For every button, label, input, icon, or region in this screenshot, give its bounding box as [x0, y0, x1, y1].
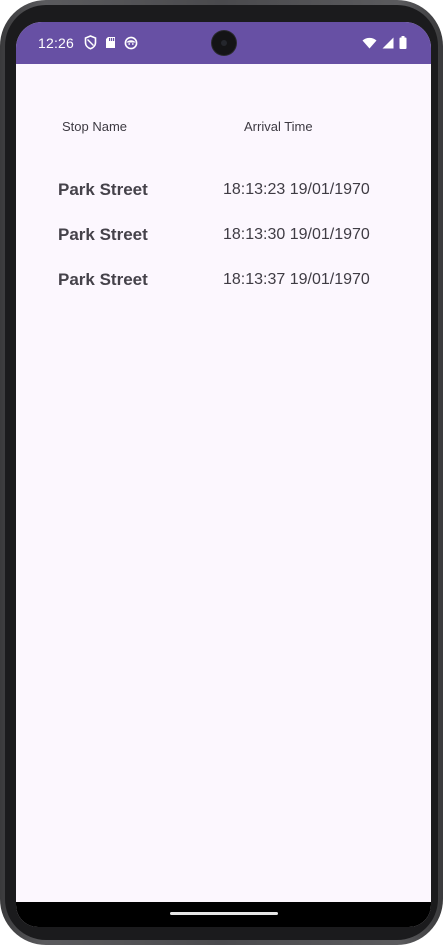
- battery-icon: [399, 36, 407, 49]
- shield-icon: [84, 35, 97, 50]
- table-row[interactable]: Park Street 18:13:23 19/01/1970: [16, 180, 431, 206]
- table-row[interactable]: Park Street 18:13:30 19/01/1970: [16, 225, 431, 251]
- status-bar: 12:26: [16, 22, 431, 64]
- stop-name: Park Street: [58, 180, 148, 199]
- signal-icon: [382, 37, 394, 49]
- wifi-icon: [362, 37, 377, 49]
- status-time: 12:26: [38, 35, 75, 51]
- arrivals-screen: Stop Name Arrival Time Park Street 18:13…: [16, 64, 431, 902]
- stop-name: Park Street: [58, 225, 148, 244]
- status-icons-right: [362, 36, 407, 49]
- front-camera: [212, 31, 236, 55]
- face-icon: [124, 36, 138, 50]
- screen: 12:26 Stop Name Arrival Time Park Street…: [16, 22, 431, 927]
- arrival-time: 18:13:30 19/01/1970: [223, 226, 370, 243]
- arrival-time: 18:13:37 19/01/1970: [223, 271, 370, 288]
- stop-name: Park Street: [58, 270, 148, 289]
- sd-card-icon: [105, 36, 116, 49]
- navigation-bar: [16, 902, 431, 927]
- home-gesture-handle[interactable]: [170, 912, 278, 915]
- header-arrival-time: Arrival Time: [244, 119, 313, 134]
- table-header: Stop Name Arrival Time: [16, 119, 431, 139]
- status-icons-left: [84, 35, 138, 50]
- arrival-time: 18:13:23 19/01/1970: [223, 181, 370, 198]
- table-row[interactable]: Park Street 18:13:37 19/01/1970: [16, 270, 431, 296]
- header-stop-name: Stop Name: [62, 119, 128, 134]
